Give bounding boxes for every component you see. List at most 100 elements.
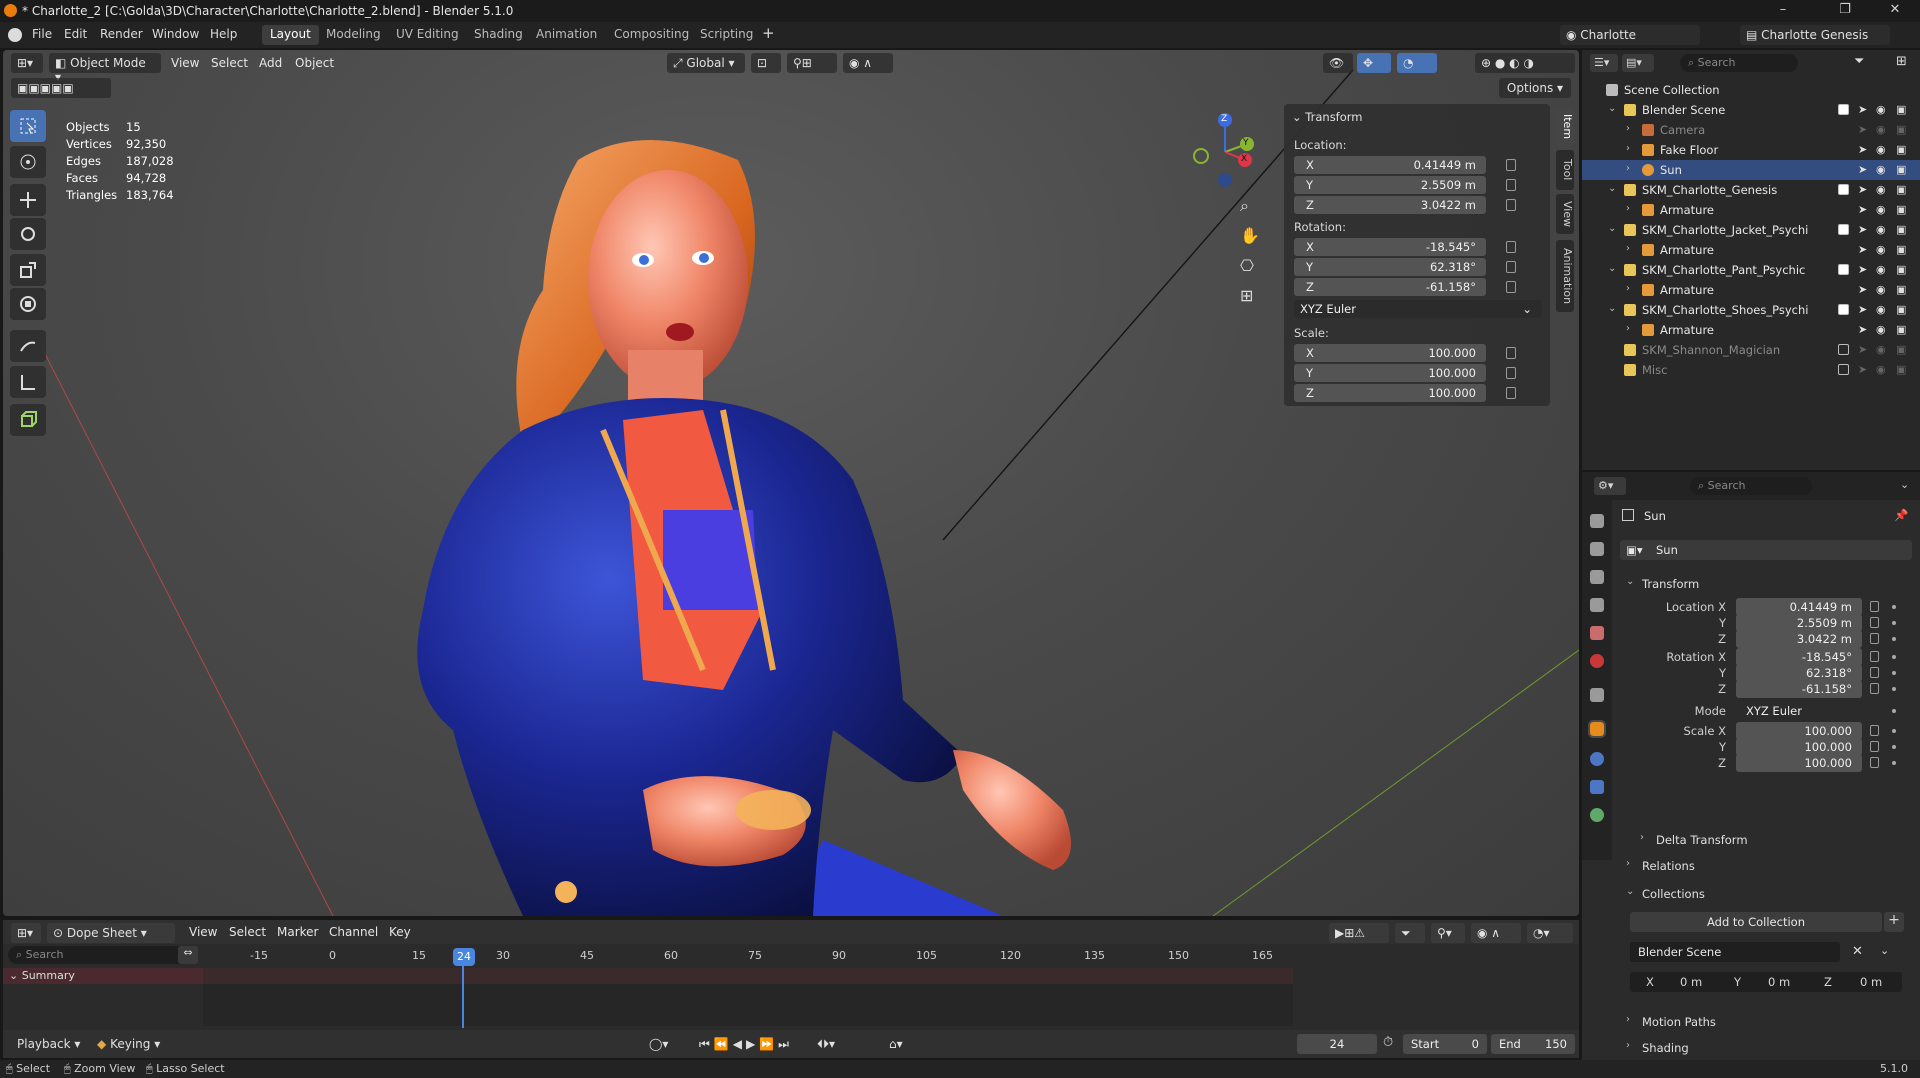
exclude-checkbox[interactable]	[1838, 364, 1849, 375]
lock-icon[interactable]	[1870, 667, 1879, 678]
filter-icon[interactable]: ⏷	[1395, 923, 1425, 943]
menu-edit[interactable]: Edit	[64, 27, 87, 41]
pan-hand-icon[interactable]: ✋	[1240, 226, 1260, 245]
pin-icon[interactable]: 📌	[1894, 508, 1908, 522]
start-frame-field[interactable]: Start 0	[1403, 1034, 1487, 1054]
eye-icon[interactable]: ◉	[1876, 163, 1886, 176]
keyframe-dot-icon[interactable]	[1892, 655, 1896, 659]
current-frame-indicator[interactable]: 24	[453, 948, 475, 966]
eye-icon[interactable]: ◉	[1876, 183, 1886, 196]
minimize-button[interactable]: –	[1760, 2, 1806, 17]
render-camera-icon[interactable]: ▣	[1896, 103, 1906, 116]
render-camera-icon[interactable]: ▣	[1896, 223, 1906, 236]
select-arrow-icon[interactable]: ➤	[1858, 323, 1867, 336]
collection-tab-icon[interactable]	[1590, 688, 1604, 702]
render-camera-icon[interactable]: ▣	[1896, 323, 1906, 336]
viewport-menu-view[interactable]: View	[171, 56, 199, 70]
add-to-collection-button[interactable]: Add to Collection	[1630, 912, 1882, 932]
outliner-row[interactable]: › Armature ➤ ◉ ▣	[1582, 240, 1920, 260]
select-arrow-icon[interactable]: ➤	[1858, 263, 1867, 276]
exclude-checkbox[interactable]	[1838, 224, 1849, 235]
add-cube-tool-icon[interactable]	[10, 404, 46, 436]
outliner-row[interactable]: Scene Collection	[1582, 80, 1920, 100]
swap-icon[interactable]: ⇔	[178, 946, 198, 964]
playback-sync-icon[interactable]: ⌂▾	[883, 1034, 909, 1054]
eye-icon[interactable]: ◉	[1876, 203, 1886, 216]
npanel-scale-z[interactable]: Z 100.000	[1294, 384, 1486, 402]
eye-icon[interactable]: ◉	[1876, 223, 1886, 236]
keying-dropdown[interactable]: ◆ Keying ▾	[91, 1034, 166, 1054]
lock-icon[interactable]	[1870, 757, 1879, 768]
eye-icon[interactable]: ◉	[1876, 303, 1886, 316]
keyframe-dot-icon[interactable]	[1892, 709, 1896, 713]
transform-section[interactable]: ⌄ Transform	[1622, 572, 1914, 596]
viewport-menu-select[interactable]: Select	[211, 56, 248, 70]
transform-field-value[interactable]: -61.158°	[1736, 680, 1862, 698]
outliner-row[interactable]: › Sun ➤ ◉ ▣	[1582, 160, 1920, 180]
select-arrow-icon[interactable]: ➤	[1858, 363, 1867, 376]
render-camera-icon[interactable]: ▣	[1896, 283, 1906, 296]
outliner-row[interactable]: ⌄ SKM_Charlotte_Shoes_Psychi ➤ ◉ ▣	[1582, 300, 1920, 320]
select-arrow-icon[interactable]: ➤	[1858, 203, 1867, 216]
selection-mode-icons[interactable]: ▣▣▣▣▣	[11, 78, 111, 98]
outliner-row[interactable]: SKM_Shannon_Magician ➤ ◉ ▣	[1582, 340, 1920, 360]
chevron-down-icon[interactable]: ⌄	[1608, 263, 1616, 274]
transform-field-value[interactable]: XYZ Euler	[1736, 702, 1862, 720]
render-camera-icon[interactable]: ▣	[1896, 363, 1906, 376]
select-arrow-icon[interactable]: ➤	[1858, 123, 1867, 136]
lock-icon[interactable]	[1506, 179, 1516, 191]
proportional-icon[interactable]: ◉ ∧	[1471, 923, 1521, 943]
tab-compositing[interactable]: Compositing	[606, 25, 697, 45]
lock-icon[interactable]	[1506, 199, 1516, 211]
eye-icon[interactable]: ◉	[1876, 123, 1886, 136]
remove-collection-icon[interactable]: ✕	[1852, 944, 1863, 959]
keyframe-dot-icon[interactable]	[1892, 671, 1896, 675]
dopesheet-menu-view[interactable]: View	[189, 925, 217, 939]
exclude-checkbox[interactable]	[1838, 184, 1849, 195]
chevron-right-icon[interactable]: ›	[1626, 283, 1630, 294]
eye-icon[interactable]: ◉	[1876, 143, 1886, 156]
exclude-checkbox[interactable]	[1838, 104, 1849, 115]
eye-icon[interactable]: ◉	[1876, 283, 1886, 296]
keyframe-dot-icon[interactable]	[1892, 687, 1896, 691]
scene-tab-icon[interactable]	[1590, 626, 1604, 640]
snapping-icon[interactable]: ⚲▾	[1431, 923, 1465, 943]
select-arrow-icon[interactable]: ➤	[1858, 283, 1867, 296]
select-arrow-icon[interactable]: ➤	[1858, 103, 1867, 116]
dopesheet-menu-marker[interactable]: Marker	[277, 925, 318, 939]
outliner-row[interactable]: › Camera ➤ ◉ ▣	[1582, 120, 1920, 140]
select-arrow-icon[interactable]: ➤	[1858, 343, 1867, 356]
scale-tool-icon[interactable]	[10, 254, 46, 286]
chevron-down-icon[interactable]: ⌄	[1608, 303, 1616, 314]
end-frame-field[interactable]: End 150	[1491, 1034, 1575, 1054]
npanel-rotation-y[interactable]: Y 62.318°	[1294, 258, 1486, 276]
npanel-scale-x[interactable]: X 100.000	[1294, 344, 1486, 362]
render-camera-icon[interactable]: ▣	[1896, 243, 1906, 256]
chevron-right-icon[interactable]: ›	[1626, 143, 1630, 154]
object-data-field[interactable]: ▣▾ Sun	[1620, 540, 1912, 560]
sidebar-tab-animation[interactable]: Animation	[1556, 240, 1574, 312]
chevron-right-icon[interactable]: ›	[1626, 323, 1630, 334]
add-collection-icon[interactable]: +	[1884, 912, 1904, 932]
npanel-rotation-x[interactable]: X -18.545°	[1294, 238, 1486, 256]
transform-field-value[interactable]: 3.0422 m	[1736, 630, 1862, 648]
delta-transform-section[interactable]: › Delta Transform	[1636, 828, 1920, 852]
current-frame-field[interactable]: 24	[1297, 1034, 1377, 1054]
filter-icon[interactable]: ⏷	[1854, 54, 1864, 69]
select-arrow-icon[interactable]: ➤	[1858, 243, 1867, 256]
shading-mode-icons[interactable]: ⊕ ● ◐ ◑	[1475, 53, 1575, 73]
render-camera-icon[interactable]: ▣	[1896, 263, 1906, 276]
lock-icon[interactable]	[1870, 741, 1879, 752]
sidebar-tab-tool[interactable]: Tool	[1556, 150, 1574, 190]
ortho-grid-icon[interactable]: ⊞	[1240, 286, 1253, 305]
outliner-row[interactable]: › Armature ➤ ◉ ▣	[1582, 280, 1920, 300]
new-collection-icon[interactable]: ⊞	[1896, 54, 1907, 69]
eye-icon[interactable]: ◉	[1876, 343, 1886, 356]
close-button[interactable]: ✕	[1872, 2, 1918, 17]
overlays-icon[interactable]: ◔▾	[1527, 923, 1573, 943]
relations-section[interactable]: › Relations	[1622, 854, 1914, 878]
view-layer-tab-icon[interactable]	[1590, 598, 1604, 612]
rotate-tool-icon[interactable]	[10, 218, 46, 250]
eye-icon[interactable]: ◉	[1876, 323, 1886, 336]
lock-icon[interactable]	[1870, 633, 1879, 644]
